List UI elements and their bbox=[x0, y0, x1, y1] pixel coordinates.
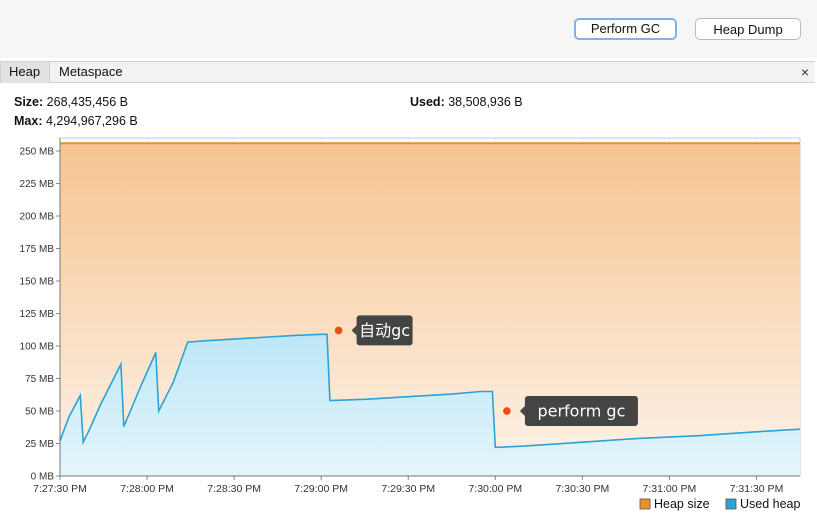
y-tick-label: 125 MB bbox=[20, 309, 55, 320]
y-tick-label: 25 MB bbox=[25, 439, 54, 450]
y-tick-label: 50 MB bbox=[25, 407, 54, 418]
y-tick-label: 0 MB bbox=[31, 472, 55, 483]
y-tick-label: 250 MB bbox=[20, 147, 55, 158]
tab-heap[interactable]: Heap bbox=[0, 62, 50, 83]
x-tick-label: 7:29:00 PM bbox=[294, 483, 348, 495]
annotation-label: 自动gc bbox=[359, 321, 410, 340]
y-tick-label: 225 MB bbox=[20, 179, 55, 190]
y-tick-label: 150 MB bbox=[20, 277, 55, 288]
x-tick-label: 7:28:30 PM bbox=[207, 483, 261, 495]
toolbar: Perform GC Heap Dump bbox=[0, 0, 817, 58]
x-tick-label: 7:30:30 PM bbox=[556, 483, 610, 495]
size-stat: Size: 268,435,456 B bbox=[14, 95, 128, 109]
annotation-label: perform gc bbox=[537, 402, 625, 421]
used-label: Used: bbox=[410, 95, 445, 109]
x-tick-label: 7:31:30 PM bbox=[730, 483, 784, 495]
legend-heap-size-swatch bbox=[639, 498, 651, 510]
heap-dump-button[interactable]: Heap Dump bbox=[695, 18, 801, 40]
tab-metaspace[interactable]: Metaspace bbox=[51, 62, 131, 83]
heap-chart: 0 MB 25 MB 50 MB 75 MB 100 MB 125 MB 150 MB 175… bbox=[20, 137, 801, 511]
x-tick-label: 7:29:30 PM bbox=[381, 483, 435, 495]
x-tick-label: 7:27:30 PM bbox=[33, 483, 87, 495]
legend-heap-size-label: Heap size bbox=[654, 497, 710, 511]
y-tick-label: 175 MB bbox=[20, 244, 55, 255]
max-label: Max: bbox=[14, 114, 43, 128]
used-value: 38,508,936 B bbox=[448, 95, 523, 109]
y-tick-label: 200 MB bbox=[20, 212, 55, 223]
legend-used-heap-label: Used heap bbox=[740, 497, 801, 511]
y-tick-label: 75 MB bbox=[25, 374, 54, 385]
max-stat: Max: 4,294,967,296 B bbox=[14, 114, 138, 128]
tab-bar: Heap Metaspace × bbox=[0, 61, 815, 83]
size-label: Size: bbox=[14, 95, 44, 109]
close-icon[interactable]: × bbox=[801, 62, 809, 82]
used-stat: Used: 38,508,936 B bbox=[410, 95, 523, 109]
x-tick-label: 7:31:00 PM bbox=[643, 483, 697, 495]
perform-gc-button[interactable]: Perform GC bbox=[574, 18, 677, 40]
max-value: 4,294,967,296 B bbox=[45, 114, 138, 128]
annotation-dot bbox=[503, 407, 511, 415]
x-tick-label: 7:30:00 PM bbox=[468, 483, 522, 495]
y-tick-label: 100 MB bbox=[20, 342, 55, 353]
legend-used-heap-swatch bbox=[725, 498, 737, 510]
size-value: 268,435,456 B bbox=[46, 95, 128, 109]
annotation-dot bbox=[334, 326, 343, 335]
x-tick-label: 7:28:00 PM bbox=[120, 483, 174, 495]
